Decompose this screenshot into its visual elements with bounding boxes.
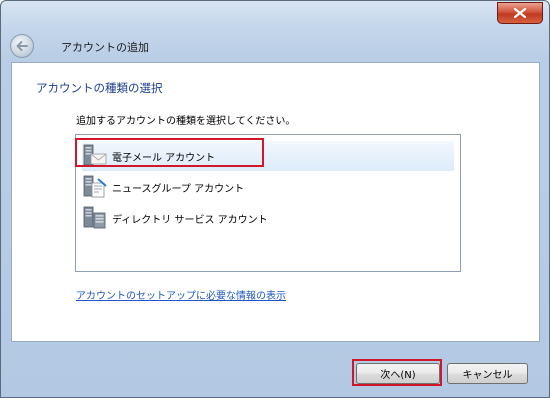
list-item-label: ニュースグループ アカウント [112,183,245,195]
list-item-email-account[interactable]: 電子メール アカウント [82,141,454,171]
content-panel: アカウントの種類の選択 追加するアカウントの種類を選択してください。 電子メール… [11,62,540,342]
next-button[interactable]: 次へ(N) [356,363,440,384]
cancel-button[interactable]: キャンセル [447,363,528,384]
setup-info-link[interactable]: アカウントのセットアップに必要な情報の表示 [76,287,286,302]
title-bar [1,1,549,31]
list-item-label: 電子メール アカウント [112,152,216,164]
list-item-directory-service-account[interactable]: ディレクトリ サービス アカウント [82,203,454,233]
list-item-newsgroup-account[interactable]: ニュースグループ アカウント [82,172,454,202]
email-server-icon [83,144,107,166]
close-icon [514,8,526,18]
add-account-window: アカウントの追加 アカウントの種類の選択 追加するアカウントの種類を選択してくだ… [0,0,550,398]
directory-server-icon [83,206,106,229]
back-arrow-icon [16,41,28,51]
window-title: アカウントの追加 [61,41,149,54]
back-button[interactable] [10,34,34,58]
list-item-label: ディレクトリ サービス アカウント [112,214,268,226]
newsgroup-server-icon [83,175,107,198]
wizard-header: アカウントの追加 [1,31,549,61]
instruction-text: 追加するアカウントの種類を選択してください。 [76,116,296,127]
account-type-list[interactable]: 電子メール アカウント ニュースグループ アカウント ディレクトリ サービス ア… [75,134,461,272]
section-heading: アカウントの種類の選択 [36,81,163,95]
close-button[interactable] [497,2,543,24]
